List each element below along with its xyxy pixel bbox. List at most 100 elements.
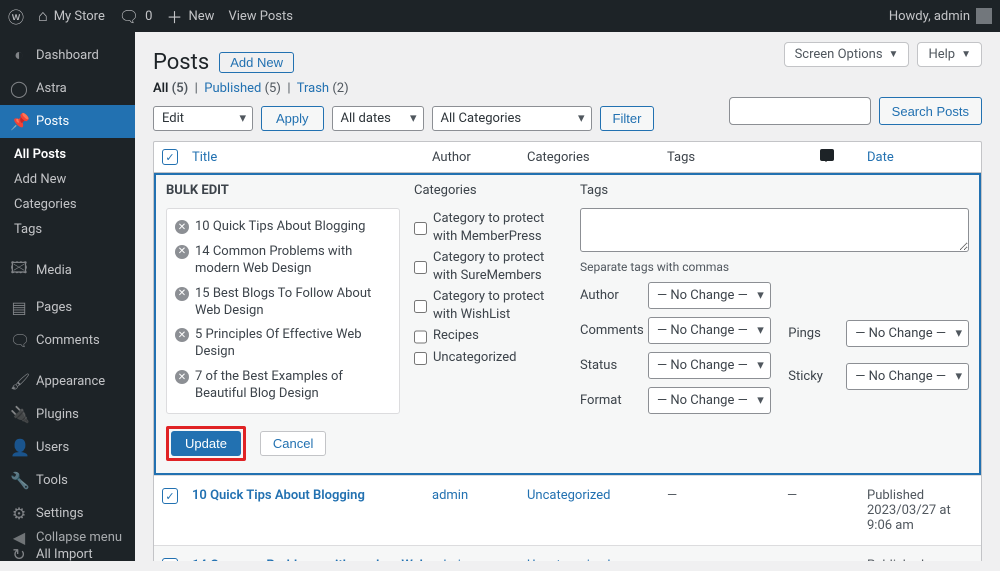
col-author: Author xyxy=(432,150,527,165)
pings-select[interactable]: — No Change — xyxy=(846,320,969,347)
post-title-link[interactable]: 10 Quick Tips About Blogging xyxy=(192,488,365,503)
howdy[interactable]: Howdy, admin xyxy=(889,8,992,24)
bulk-edit-panel: BULK EDIT Categories Tags ✕10 Quick Tips… xyxy=(154,173,981,475)
site-name: My Store xyxy=(54,9,105,24)
submenu-categories[interactable]: Categories xyxy=(0,192,135,217)
category-checkbox[interactable] xyxy=(414,212,427,245)
date-cell: Published2023/03/27 at 9:06 am xyxy=(867,488,973,533)
remove-icon[interactable]: ✕ xyxy=(175,370,189,384)
comments-select[interactable]: — No Change — xyxy=(648,317,771,344)
menu-plugins[interactable]: 🔌Plugins xyxy=(0,398,135,431)
row-checkbox[interactable]: ✓ xyxy=(162,488,178,504)
remove-icon[interactable]: ✕ xyxy=(175,220,189,234)
cancel-button[interactable]: Cancel xyxy=(260,431,326,456)
update-highlight: Update xyxy=(166,426,246,461)
category-checkbox[interactable] xyxy=(414,290,427,323)
comments-label: Comments xyxy=(580,323,640,338)
comment-icon xyxy=(820,149,834,161)
category-checkbox[interactable] xyxy=(414,329,427,345)
category-link[interactable]: Uncategorized xyxy=(527,488,610,503)
menu-users[interactable]: 👤Users xyxy=(0,431,135,464)
tags-helper: Separate tags with commas xyxy=(580,260,969,274)
menu-appearance[interactable]: 🖌Appearance xyxy=(0,365,135,398)
date-filter-select[interactable]: All dates xyxy=(332,106,424,131)
status-select[interactable]: — No Change — xyxy=(648,352,771,379)
category-checkbox[interactable] xyxy=(414,251,427,284)
tags-input[interactable] xyxy=(580,208,969,252)
filter-all[interactable]: All (5) xyxy=(153,81,188,96)
category-checkbox[interactable] xyxy=(414,351,427,367)
menu-comments[interactable]: 🗨Comments xyxy=(0,324,135,357)
posts-table: ✓ Title Author Categories Tags Date BULK… xyxy=(153,141,982,561)
filter-button[interactable]: Filter xyxy=(600,106,655,131)
bulk-action-select[interactable]: Edit xyxy=(153,106,253,131)
tags-cell: — xyxy=(667,488,787,533)
admin-bar: ⓦ ⌂My Store 🗨0 ＋New View Posts Howdy, ad… xyxy=(0,0,1000,32)
comments-cell: — xyxy=(787,488,867,533)
bulk-post-item: ✕5 Principles Of Effective Web Design xyxy=(171,323,395,365)
help-button[interactable]: Help▼ xyxy=(917,42,982,67)
submenu-all-posts[interactable]: All Posts xyxy=(0,142,135,167)
bulk-post-list: ✕10 Quick Tips About Blogging ✕14 Common… xyxy=(166,208,400,414)
filter-trash[interactable]: Trash (2) xyxy=(297,81,349,96)
chevron-down-icon: ▼ xyxy=(889,49,899,60)
bulk-post-item: ✕14 Common Problems with modern Web Desi… xyxy=(171,240,395,282)
bulk-post-item: ✕7 of the Best Examples of Beautiful Blo… xyxy=(171,365,395,407)
update-button[interactable]: Update xyxy=(171,431,241,456)
submenu-add-new[interactable]: Add New xyxy=(0,167,135,192)
screen-options-button[interactable]: Screen Options▼ xyxy=(784,42,910,67)
chevron-down-icon: ▼ xyxy=(961,49,971,60)
comments-count: 0 xyxy=(145,9,152,24)
table-row: ✓ 10 Quick Tips About Blogging admin Unc… xyxy=(154,475,981,545)
sticky-select[interactable]: — No Change — xyxy=(846,363,969,390)
submenu-posts: All Posts Add New Categories Tags xyxy=(0,138,135,250)
collapse-menu[interactable]: ◀Collapse menu xyxy=(0,522,135,553)
view-posts[interactable]: View Posts xyxy=(228,9,293,24)
author-select[interactable]: — No Change — xyxy=(648,282,771,309)
tags-label: Tags xyxy=(580,183,969,198)
main-content: Screen Options▼ Help▼ Posts Add New All … xyxy=(135,32,1000,561)
bulk-post-item: ✕10 Quick Tips About Blogging xyxy=(171,215,395,240)
menu-dashboard[interactable]: ◐Dashboard xyxy=(0,38,135,72)
remove-icon[interactable]: ✕ xyxy=(175,287,189,301)
avatar xyxy=(976,8,992,24)
pings-label: Pings xyxy=(788,326,838,341)
table-header: ✓ Title Author Categories Tags Date xyxy=(154,142,981,173)
wp-logo[interactable]: ⓦ xyxy=(8,4,24,28)
remove-icon[interactable]: ✕ xyxy=(175,245,189,259)
format-label: Format xyxy=(580,393,640,408)
category-filter-select[interactable]: All Categories xyxy=(432,106,592,131)
new-content[interactable]: ＋New xyxy=(166,4,214,28)
menu-posts[interactable]: 📌Posts xyxy=(0,105,135,138)
status-label: Status xyxy=(580,358,640,373)
bulk-post-item: ✕15 Best Blogs To Follow About Web Desig… xyxy=(171,282,395,324)
menu-astra[interactable]: ◯Astra xyxy=(0,72,135,105)
add-new-button[interactable]: Add New xyxy=(219,52,294,73)
submenu-tags[interactable]: Tags xyxy=(0,217,135,242)
col-tags: Tags xyxy=(667,150,787,165)
apply-button[interactable]: Apply xyxy=(261,106,324,131)
page-title: Posts xyxy=(153,50,209,75)
admin-sidebar: ◐Dashboard ◯Astra 📌Posts All Posts Add N… xyxy=(0,32,135,561)
categories-label: Categories xyxy=(414,183,566,198)
bulk-edit-title: BULK EDIT xyxy=(166,183,400,198)
comments-bubble[interactable]: 🗨0 xyxy=(119,7,153,26)
col-date[interactable]: Date xyxy=(867,150,894,165)
new-label: New xyxy=(189,9,215,24)
remove-icon[interactable]: ✕ xyxy=(175,328,189,342)
sticky-label: Sticky xyxy=(788,369,838,384)
menu-media[interactable]: 🖾Media xyxy=(0,250,135,291)
site-link[interactable]: ⌂My Store xyxy=(38,6,105,26)
menu-pages[interactable]: ▤Pages xyxy=(0,291,135,324)
col-categories: Categories xyxy=(527,150,667,165)
col-title[interactable]: Title xyxy=(192,150,217,165)
author-label: Author xyxy=(580,288,640,303)
format-select[interactable]: — No Change — xyxy=(648,387,771,414)
filter-published[interactable]: Published (5) xyxy=(204,81,281,96)
select-all-checkbox[interactable]: ✓ xyxy=(162,149,178,165)
search-input[interactable] xyxy=(729,97,871,125)
search-posts-button[interactable]: Search Posts xyxy=(879,97,982,125)
author-link[interactable]: admin xyxy=(432,488,468,503)
table-row: ✓ 14 Common Problems with modern Web Des… xyxy=(154,545,981,561)
menu-tools[interactable]: 🔧Tools xyxy=(0,464,135,497)
